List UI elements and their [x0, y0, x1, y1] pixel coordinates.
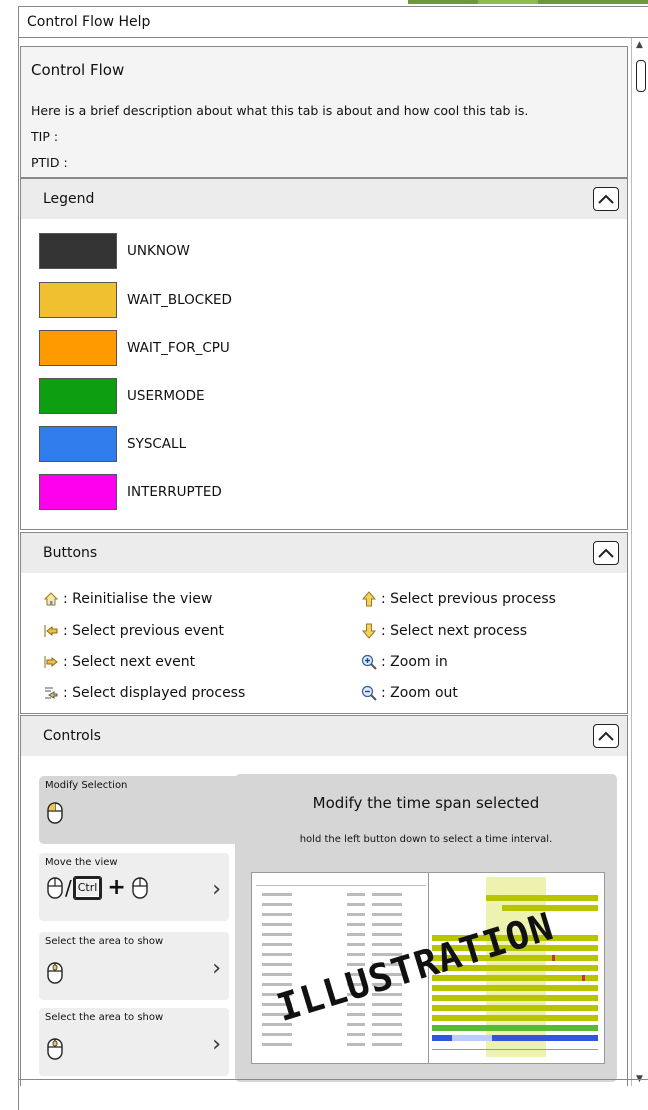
arrow-up-icon — [361, 591, 377, 607]
displayed-process-icon — [45, 687, 58, 699]
mouse-icon — [47, 876, 63, 899]
control-card-select-area-2[interactable]: Select the area to show › — [39, 1008, 229, 1076]
scrollbar-thumb[interactable] — [636, 60, 646, 92]
info-description: Here is a brief description about what t… — [31, 103, 529, 118]
ctrl-key: Ctrl — [73, 876, 102, 899]
chevron-right-icon: › — [212, 1032, 221, 1057]
button-help-displayed-process-text: : Select displayed process — [63, 685, 246, 701]
buttons-header: Buttons — [21, 533, 627, 573]
chevron-up-icon — [598, 548, 614, 558]
illustration-image: ILLUSTRATION — [251, 872, 605, 1064]
button-help-zoom-in: : Zoom in — [361, 654, 448, 670]
info-panel: Control Flow Here is a brief description… — [20, 46, 628, 178]
controls-header-label: Controls — [43, 728, 101, 744]
legend-swatch-wait-for-cpu — [39, 330, 117, 366]
middle-click-mouse-icon — [47, 1038, 63, 1060]
button-help-next-process-text: : Select next process — [381, 623, 528, 639]
help-content: Control Flow Here is a brief description… — [19, 38, 630, 1086]
button-help-displayed-process: : Select displayed process — [43, 685, 245, 701]
button-help-zoom-in-text: : Zoom in — [381, 654, 448, 670]
move-view-shortcut: / Ctrl + — [47, 875, 148, 900]
legend-swatch-usermode — [39, 378, 117, 414]
info-tip: TIP : — [31, 129, 59, 144]
button-help-reinitialise: : Reinitialise the view — [43, 591, 212, 607]
buttons-header-label: Buttons — [43, 545, 98, 561]
chevron-right-icon: › — [212, 877, 221, 902]
chevron-right-icon: › — [212, 956, 221, 981]
slash-separator: / — [65, 875, 72, 900]
button-help-next-process: : Select next process — [361, 623, 527, 639]
legend-swatch-wait-blocked — [39, 282, 117, 318]
next-event-icon — [44, 656, 58, 668]
button-help-previous-event: : Select previous event — [43, 623, 224, 639]
button-help-previous-process: : Select previous process — [361, 591, 556, 607]
legend-label-wait-for-cpu: WAIT_FOR_CPU — [127, 340, 230, 356]
control-card-caption: Select the area to show — [45, 1012, 164, 1023]
control-card-modify-selection[interactable]: Modify Selection — [39, 776, 237, 844]
button-help-zoom-out: : Zoom out — [361, 685, 458, 701]
legend-swatch-unknow — [39, 233, 117, 269]
buttons-panel: Buttons : Reinitialise the view : Select… — [20, 532, 628, 714]
chevron-up-icon — [598, 731, 614, 741]
buttons-collapse-button[interactable] — [593, 541, 619, 565]
legend-swatch-interrupted — [39, 474, 117, 510]
legend-header: Legend — [21, 179, 627, 219]
legend-label-wait-blocked: WAIT_BLOCKED — [127, 292, 232, 308]
button-help-next-event: : Select next event — [43, 654, 195, 670]
legend-panel: Legend UNKNOW WAIT_BLOCKED WAIT_FOR_CPU … — [20, 178, 628, 530]
legend-header-label: Legend — [43, 191, 95, 207]
controls-header: Controls — [21, 716, 627, 756]
button-help-next-event-text: : Select next event — [63, 654, 196, 670]
status-bar — [19, 1079, 648, 1110]
button-help-reinitialise-text: : Reinitialise the view — [63, 591, 213, 607]
previous-event-icon — [44, 625, 58, 637]
window-title: Control Flow Help — [19, 7, 648, 38]
vertical-scrollbar[interactable]: ▲ ▼ — [631, 38, 648, 1086]
controls-panel: Controls Modify the time span selected h… — [20, 715, 628, 1086]
button-help-previous-event-text: : Select previous event — [63, 623, 224, 639]
button-help-zoom-out-text: : Zoom out — [381, 685, 458, 701]
left-click-mouse-icon — [47, 802, 63, 824]
legend-collapse-button[interactable] — [593, 187, 619, 211]
chevron-up-icon — [598, 194, 614, 204]
scroll-up-icon[interactable]: ▲ — [636, 40, 643, 50]
legend-label-unknow: UNKNOW — [127, 243, 190, 259]
control-detail-panel: Modify the time span selected hold the l… — [235, 774, 617, 1082]
plus-separator: + — [107, 875, 126, 900]
control-card-caption: Modify Selection — [45, 780, 128, 791]
control-detail-subtitle: hold the left button down to select a ti… — [299, 834, 553, 845]
arrow-down-icon — [361, 623, 377, 639]
legend-label-usermode: USERMODE — [127, 388, 205, 404]
middle-click-mouse-icon — [47, 962, 63, 984]
zoom-out-icon — [361, 685, 377, 701]
control-card-move-view[interactable]: Move the view / Ctrl + › — [39, 853, 229, 921]
control-card-select-area[interactable]: Select the area to show › — [39, 932, 229, 1000]
control-card-caption: Move the view — [45, 857, 118, 868]
legend-label-syscall: SYSCALL — [127, 436, 187, 452]
legend-swatch-syscall — [39, 426, 117, 462]
button-help-previous-process-text: : Select previous process — [381, 591, 556, 607]
control-card-caption: Select the area to show — [45, 936, 164, 947]
legend-label-interrupted: INTERRUPTED — [127, 484, 222, 500]
home-icon — [43, 592, 59, 606]
info-title: Control Flow — [31, 61, 125, 79]
info-ptid: PTID : — [31, 155, 68, 170]
control-detail-title: Modify the time span selected — [312, 794, 540, 812]
help-window: Control Flow Help Control Flow Here is a… — [18, 6, 648, 1110]
zoom-in-icon — [361, 654, 377, 670]
window-accent-bar-highlight — [478, 0, 538, 4]
controls-collapse-button[interactable] — [593, 724, 619, 748]
mouse-icon — [132, 876, 148, 899]
